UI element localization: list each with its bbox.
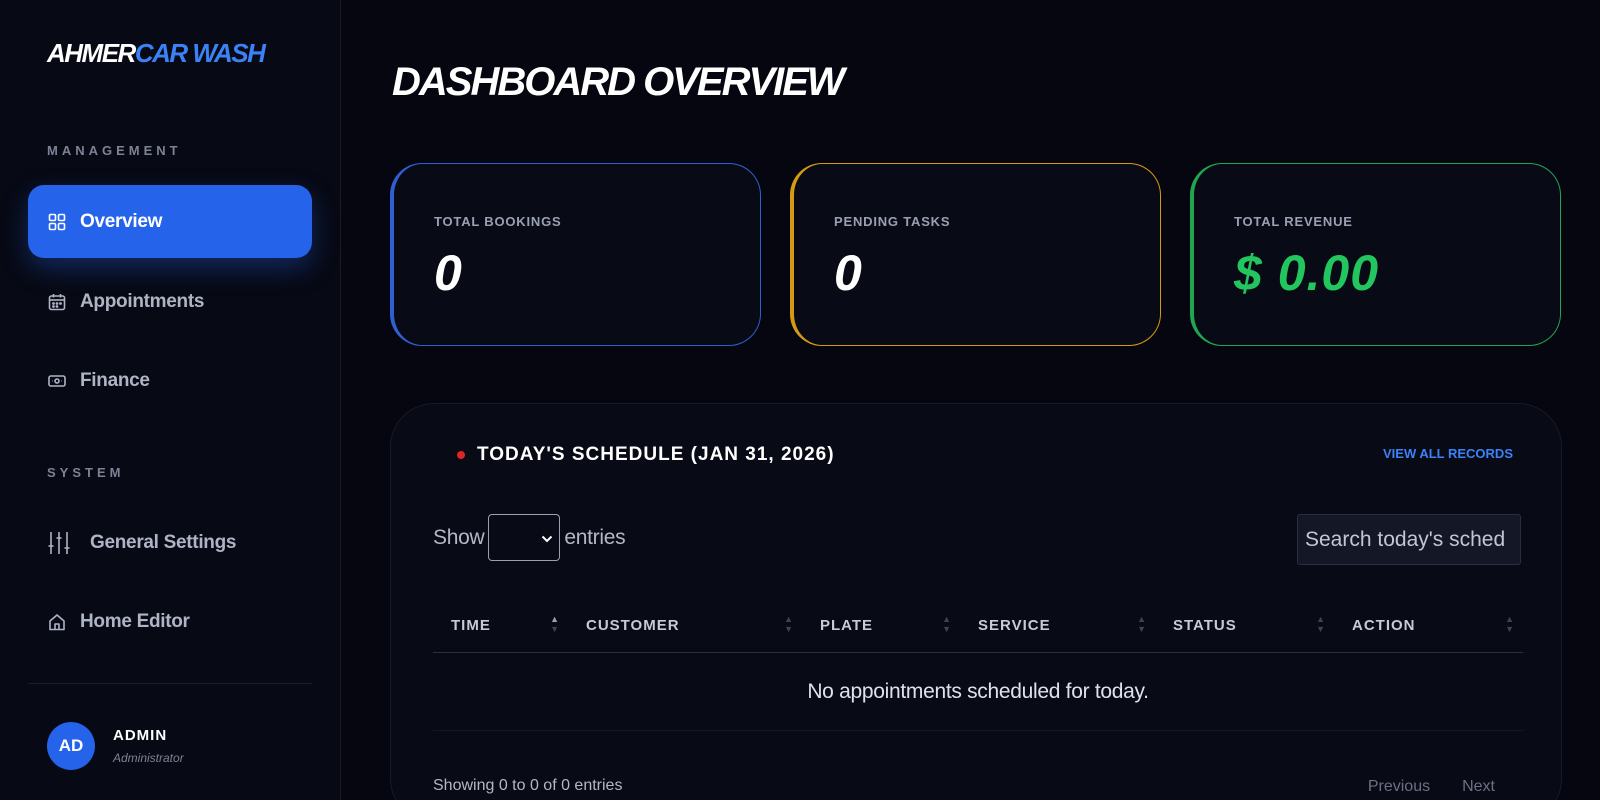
sidebar-item-label: Appointments xyxy=(80,290,205,312)
column-header-label: ACTION xyxy=(1352,617,1416,634)
calendar-icon xyxy=(48,293,66,311)
brand-logo[interactable]: AHMERCAR WASH xyxy=(47,38,266,69)
column-header-label: TIME xyxy=(451,617,491,634)
sort-icon: ▲ ▼ xyxy=(942,614,952,634)
stat-label: TOTAL BOOKINGS xyxy=(434,214,562,229)
schedule-title: TODAY'S SCHEDULE (JAN 31, 2026) xyxy=(457,444,835,466)
column-header-time[interactable]: TIME ▲ ▼ xyxy=(433,599,568,652)
sidebar-item-label: Overview xyxy=(80,210,163,232)
table-info: Showing 0 to 0 of 0 entries xyxy=(433,777,623,794)
sort-icon: ▲ ▼ xyxy=(784,614,794,634)
brand-name-primary: AHMER xyxy=(47,38,136,68)
brand-name-secondary: CAR WASH xyxy=(134,38,266,68)
entries-label: entries xyxy=(564,525,626,549)
schedule-title-text: TODAY'S SCHEDULE (JAN 31, 2026) xyxy=(477,444,835,465)
view-all-records-link[interactable]: VIEW ALL RECORDS xyxy=(1383,446,1513,461)
stat-card-total-revenue: TOTAL REVENUE $ 0.00 xyxy=(1190,163,1561,346)
section-label-system: SYSTEM xyxy=(47,465,125,480)
chevron-down-icon xyxy=(541,530,553,546)
avatar[interactable]: AD xyxy=(47,722,95,770)
sliders-icon xyxy=(48,531,70,555)
column-header-label: PLATE xyxy=(820,617,874,634)
stat-value: $ 0.00 xyxy=(1234,245,1380,301)
pagination: Previous Next xyxy=(1368,778,1495,796)
sidebar-item-label: General Settings xyxy=(90,531,237,553)
sidebar-divider xyxy=(28,683,312,684)
sidebar: AHMERCAR WASH MANAGEMENT Overview Appoin… xyxy=(0,0,341,800)
previous-page-button[interactable]: Previous xyxy=(1368,778,1430,796)
stat-card-total-bookings: TOTAL BOOKINGS 0 xyxy=(390,163,761,346)
sidebar-item-appointments[interactable]: Appointments xyxy=(28,265,312,338)
table-header: TIME ▲ ▼ CUSTOMER ▲ ▼ PLATE ▲ ▼ SERVICE ▲ ▼ … xyxy=(433,599,1523,653)
column-header-action[interactable]: ACTION ▲ ▼ xyxy=(1334,599,1523,652)
column-header-label: SERVICE xyxy=(978,617,1051,634)
stat-value: 0 xyxy=(834,245,863,301)
entries-select[interactable] xyxy=(488,514,561,561)
column-header-service[interactable]: SERVICE ▲ ▼ xyxy=(960,599,1155,652)
sort-icon: ▲ ▼ xyxy=(1505,614,1515,634)
sidebar-item-home-editor[interactable]: Home Editor xyxy=(28,585,312,658)
show-label: Show xyxy=(433,525,485,549)
user-role: Administrator xyxy=(113,751,184,765)
sidebar-item-finance[interactable]: Finance xyxy=(28,344,312,417)
column-header-status[interactable]: STATUS ▲ ▼ xyxy=(1155,599,1334,652)
empty-table-message: No appointments scheduled for today. xyxy=(433,653,1523,731)
column-header-customer[interactable]: CUSTOMER ▲ ▼ xyxy=(568,599,802,652)
search-input[interactable]: Search today's sched xyxy=(1297,514,1521,565)
stat-label: TOTAL REVENUE xyxy=(1234,214,1353,229)
entries-length-control: Show entries xyxy=(433,514,626,561)
sort-icon: ▲ ▼ xyxy=(1316,614,1326,634)
stat-label: PENDING TASKS xyxy=(834,214,951,229)
sort-icon: ▲ ▼ xyxy=(550,614,560,634)
page-title: DASHBOARD OVERVIEW xyxy=(392,60,845,104)
section-label-management: MANAGEMENT xyxy=(47,143,182,158)
sidebar-item-overview[interactable]: Overview xyxy=(28,185,312,258)
sort-icon: ▲ ▼ xyxy=(1137,614,1147,634)
sidebar-item-label: Finance xyxy=(80,369,150,391)
schedule-panel: TODAY'S SCHEDULE (JAN 31, 2026) VIEW ALL… xyxy=(390,403,1562,800)
column-header-label: STATUS xyxy=(1173,617,1237,634)
live-dot-icon xyxy=(457,451,465,459)
cash-icon xyxy=(48,372,66,390)
column-header-label: CUSTOMER xyxy=(586,617,680,634)
schedule-table: TIME ▲ ▼ CUSTOMER ▲ ▼ PLATE ▲ ▼ SERVICE ▲ ▼ … xyxy=(433,599,1523,731)
sidebar-item-general-settings[interactable]: General Settings xyxy=(28,506,312,579)
user-name: ADMIN xyxy=(113,727,168,744)
stat-card-pending-tasks: PENDING TASKS 0 xyxy=(790,163,1161,346)
sidebar-item-label: Home Editor xyxy=(80,610,190,632)
stat-value: 0 xyxy=(434,245,463,301)
home-icon xyxy=(48,613,66,631)
grid-icon xyxy=(48,213,66,231)
next-page-button[interactable]: Next xyxy=(1462,778,1495,796)
column-header-plate[interactable]: PLATE ▲ ▼ xyxy=(802,599,960,652)
